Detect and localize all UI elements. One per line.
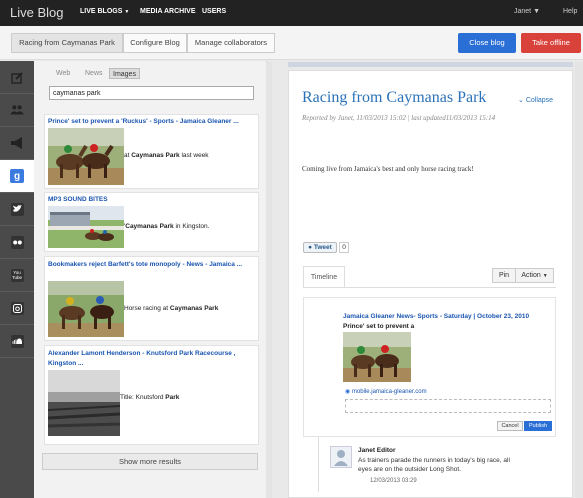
- rail-users[interactable]: [0, 94, 34, 126]
- result-desc-highlight: Caymanas Park: [169, 305, 219, 312]
- collapse-label: Collapse: [525, 97, 554, 104]
- result-description: Horse racing at Caymanas Park: [124, 305, 218, 312]
- scrollbar[interactable]: [575, 62, 583, 498]
- result-item[interactable]: MP3 SOUND BITES 'Caymanas Park in Kingst…: [44, 192, 259, 252]
- tweet-label: Tweet: [313, 244, 332, 251]
- scrollbar[interactable]: [266, 62, 272, 498]
- result-item[interactable]: Alexander Lamont Henderson - Knutsford P…: [44, 345, 259, 445]
- provider-rail: g You Tube: [0, 61, 34, 498]
- twitter-icon: [10, 202, 24, 216]
- flickr-icon: [10, 235, 24, 249]
- chevron-down-icon: ⌄: [518, 97, 524, 104]
- youtube-icon-text: You Tube: [11, 270, 23, 280]
- tab-configure-blog[interactable]: Configure Blog: [123, 33, 187, 53]
- nav-media-archive[interactable]: MEDIA ARCHIVE: [140, 8, 195, 15]
- globe-icon: ◉: [345, 389, 351, 395]
- result-description: Title: Knutsford Park: [120, 394, 179, 401]
- result-desc-highlight: Caymanas Park: [131, 152, 180, 159]
- result-thumbnail[interactable]: [48, 128, 124, 187]
- result-thumbnail[interactable]: [48, 281, 124, 339]
- caret-down-icon: ▼: [124, 9, 130, 15]
- result-desc-text: last week: [179, 152, 209, 159]
- result-thumbnail[interactable]: [48, 206, 124, 250]
- result-item[interactable]: Bookmakers reject Barfett's tote monopol…: [44, 256, 259, 341]
- tweet-count: 0: [339, 242, 349, 253]
- entry-source-url: mobile.jamaica-gleaner.com: [351, 389, 427, 395]
- youtube-icon: You Tube: [10, 268, 24, 282]
- app-brand[interactable]: Live Blog: [10, 5, 63, 20]
- tab-images[interactable]: Images: [109, 68, 140, 79]
- show-more-button[interactable]: Show more results: [42, 453, 258, 470]
- megaphone-icon: [10, 136, 24, 150]
- post-meta: Reported by Janet, 11/03/2013 15:02 | la…: [302, 114, 496, 122]
- nav-live-blogs[interactable]: LIVE BLOGS ▼: [80, 8, 129, 15]
- divider: [303, 287, 556, 288]
- result-description: at Caymanas Park last week: [124, 152, 209, 159]
- google-icon: g: [10, 169, 24, 183]
- soundcloud-icon: [10, 334, 24, 348]
- publish-button[interactable]: Publish: [524, 421, 552, 431]
- entry-title[interactable]: Jamaica Gleaner News- Sports - Saturday …: [343, 313, 529, 320]
- cancel-button[interactable]: Cancel: [497, 421, 523, 431]
- result-item[interactable]: Prince' set to prevent a 'Ruckus' - Spor…: [44, 114, 259, 189]
- user-menu[interactable]: Janet ▼: [514, 8, 540, 15]
- take-offline-button[interactable]: Take offline: [521, 33, 581, 53]
- result-title[interactable]: Prince' set to prevent a 'Ruckus' - Spor…: [48, 118, 239, 125]
- rail-edit[interactable]: [0, 61, 34, 93]
- rail-google[interactable]: g: [0, 160, 34, 192]
- instagram-icon: [10, 301, 24, 315]
- action-label: Action: [521, 272, 541, 279]
- caption-field[interactable]: [345, 399, 551, 413]
- rail-youtube[interactable]: You Tube: [0, 259, 34, 291]
- nav-users[interactable]: USERS: [202, 8, 226, 15]
- avatar: [330, 446, 352, 468]
- blog-description: Coming live from Jamaica's best and only…: [302, 165, 474, 173]
- rail-announce[interactable]: [0, 127, 34, 159]
- entry-image: [343, 332, 411, 384]
- edit-icon: [10, 70, 24, 84]
- entry-source[interactable]: ◉ mobile.jamaica-gleaner.com: [345, 388, 427, 395]
- result-title[interactable]: Bookmakers reject Barfett's tote monopol…: [48, 260, 258, 270]
- close-blog-button[interactable]: Close blog: [458, 33, 516, 53]
- action-dropdown[interactable]: Action ▼: [515, 268, 554, 283]
- blog-title: Racing from Caymanas Park: [302, 89, 487, 106]
- result-desc-text: in Kingston.: [173, 223, 210, 230]
- result-desc-highlight: Caymanas Park: [125, 223, 174, 230]
- media-search-panel: Web News Images Prince' set to prevent a…: [34, 61, 267, 498]
- tab-timeline[interactable]: Timeline: [303, 266, 345, 287]
- tab-web[interactable]: Web: [53, 68, 73, 79]
- comment-author: Janet Editor: [358, 447, 396, 454]
- caret-down-icon: ▼: [533, 8, 541, 15]
- search-input[interactable]: [49, 86, 254, 100]
- tab-manage-collaborators[interactable]: Manage collaborators: [187, 33, 275, 53]
- blog-toolbar: Racing from Caymanas Park Configure Blog…: [0, 26, 583, 60]
- pin-button[interactable]: Pin: [492, 268, 516, 283]
- help-link[interactable]: Help: [563, 8, 577, 15]
- result-desc-text: Title: Knutsford: [120, 394, 166, 401]
- result-description: 'Caymanas Park in Kingston.: [124, 223, 209, 230]
- rail-twitter[interactable]: [0, 193, 34, 225]
- result-title[interactable]: Alexander Lamont Henderson - Knutsford P…: [48, 349, 258, 369]
- result-thumbnail[interactable]: [47, 370, 121, 438]
- horizontal-scrollbar[interactable]: [288, 62, 573, 67]
- comment-timestamp: 12/03/2013 03:29: [370, 478, 417, 484]
- tab-news[interactable]: News: [82, 68, 106, 79]
- result-title[interactable]: MP3 SOUND BITES: [48, 196, 108, 203]
- tab-blog[interactable]: Racing from Caymanas Park: [11, 33, 123, 53]
- twitter-icon: ●: [308, 244, 313, 251]
- collapse-toggle[interactable]: ⌄ Collapse: [518, 96, 553, 104]
- result-desc-text: Horse racing at: [124, 305, 170, 312]
- rail-flickr[interactable]: [0, 226, 34, 258]
- comment-text: As trainers parade the runners in today'…: [358, 457, 510, 473]
- rail-instagram[interactable]: [0, 292, 34, 324]
- rail-soundcloud[interactable]: [0, 325, 34, 357]
- entry-subtitle: Prince' set to prevent a: [343, 323, 415, 330]
- result-desc-highlight: Park: [165, 394, 180, 401]
- caret-down-icon: ▼: [542, 273, 548, 279]
- top-navbar: Live Blog LIVE BLOGS ▼ MEDIA ARCHIVE USE…: [0, 0, 583, 26]
- users-icon: [10, 103, 24, 117]
- tweet-button[interactable]: ● Tweet: [303, 242, 337, 253]
